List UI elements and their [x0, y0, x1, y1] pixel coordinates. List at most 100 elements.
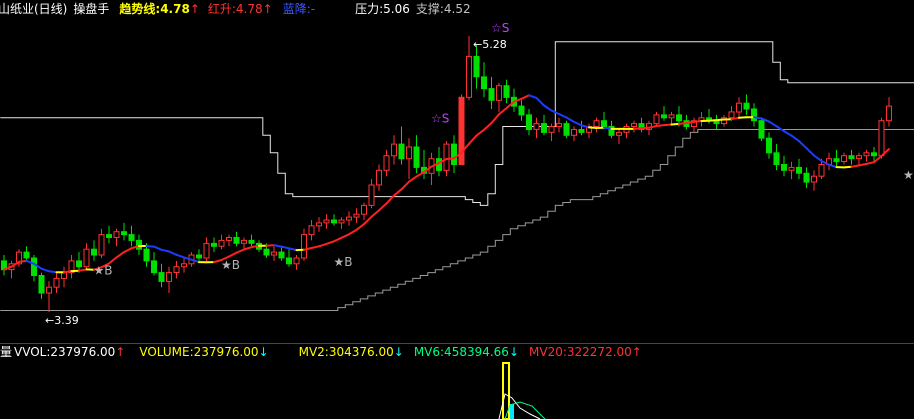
low-price-label: ←3.39: [45, 314, 79, 327]
volume-header: 成交量VVOL:237976.00↑VOLUME:237976.00↓MV2:3…: [0, 344, 648, 360]
candle-body: [98, 234, 105, 256]
candle-body: [743, 102, 750, 110]
candle-body: [533, 123, 540, 130]
trend-segment: [685, 120, 695, 124]
mv2-value: MV2:304376.00↓: [299, 345, 404, 359]
candle-body: [113, 231, 120, 238]
candle-body: [601, 120, 607, 127]
vvol-arrow: ↑: [115, 345, 126, 359]
candle-body: [196, 254, 202, 259]
indicator-name: 操盘手: [73, 2, 110, 16]
candle-body: [773, 152, 780, 166]
candle-body: [398, 143, 405, 160]
vvol-text: VVOL:237976.00: [14, 345, 116, 359]
trend-segment: [753, 116, 763, 120]
candle-body: [391, 143, 397, 157]
trend-segment: [850, 164, 860, 168]
trend-segment: [715, 118, 725, 122]
candle-body: [121, 231, 127, 236]
candle-body: [788, 166, 795, 171]
candle-body: [841, 155, 847, 162]
candle-body: [466, 55, 472, 98]
volume-value: VOLUME:237976.00↓: [139, 345, 268, 359]
candle: [758, 117, 765, 142]
candle-body: [308, 225, 315, 236]
candle-body: [338, 219, 345, 224]
mv2-arrow: ↓: [393, 345, 404, 359]
candle-body: [46, 286, 52, 294]
support-value: 支撑:4.52: [415, 2, 471, 16]
candle-body: [323, 219, 330, 224]
buy-signal-label: ★B: [94, 264, 113, 278]
candle-body: [353, 213, 360, 218]
stock-name: 青山纸业(日线): [0, 2, 68, 16]
trend-segment: [640, 126, 650, 130]
trend-segment: [678, 122, 688, 125]
candle-body: [286, 257, 292, 265]
trend-segment: [603, 126, 613, 130]
vvol-value: VVOL:237976.00↑: [14, 345, 125, 359]
trend-segment: [663, 123, 673, 127]
trend-text: 趋势线:4.78: [119, 2, 190, 16]
candle-body: [248, 239, 255, 244]
candle-body: [158, 272, 165, 282]
candle-body: [616, 131, 622, 136]
candle-body: [886, 105, 892, 122]
candle-body: [578, 129, 585, 133]
candle-body: [878, 120, 885, 157]
buy-signal-label: ★B: [334, 255, 353, 269]
trend-segment: [145, 245, 155, 248]
trend-segment: [445, 157, 455, 160]
trend-segment: [48, 270, 58, 274]
candle-body: [316, 222, 322, 227]
candle-body: [548, 126, 555, 133]
trend-segment: [78, 268, 88, 272]
candle-body: [443, 143, 450, 171]
mv20-arrow: ↑: [631, 345, 642, 359]
trend-segment: [633, 127, 643, 130]
buy-signal-star: ★: [903, 168, 914, 182]
trend-arrow: ↑: [189, 2, 200, 16]
candle-body: [383, 155, 390, 171]
trend-segment: [265, 244, 275, 247]
volume-text: VOLUME:237976.00: [139, 345, 259, 359]
main-header: 青山纸业(日线)操盘手趋势线:4.78↑红升:4.78↑蓝降:-压力:5.06支…: [0, 1, 477, 17]
candle-body: [278, 251, 285, 259]
mv6-arrow: ↓: [508, 345, 520, 359]
trend-segment: [670, 122, 680, 126]
candle-body: [571, 129, 577, 136]
blue-fall-value: 蓝降:-: [282, 2, 316, 16]
candle-body: [668, 114, 675, 119]
pressure-value: 压力:5.06: [355, 2, 410, 16]
candle-body: [83, 248, 90, 268]
candle-body: [91, 248, 97, 256]
candle-body: [871, 152, 877, 157]
mv6-text: MV6:458394.66: [413, 345, 509, 359]
trend-segment: [655, 124, 665, 127]
candle-body: [23, 251, 30, 259]
candle-body: [781, 164, 787, 171]
mv20-value: MV20:322272.00↑: [529, 345, 642, 359]
candle-body: [136, 239, 142, 250]
candle-body: [751, 108, 757, 122]
candle-body: [173, 266, 180, 274]
candle-body: [496, 85, 502, 101]
high-price-label: ←5.28: [473, 38, 507, 51]
buy-signal-label: ★B: [221, 258, 240, 272]
candle-body: [413, 146, 420, 168]
candle-body: [61, 272, 67, 279]
candle-body: [241, 239, 247, 244]
candle-body: [833, 158, 840, 163]
red-rise-arrow: ↑: [262, 2, 273, 16]
candle-body: [293, 257, 300, 265]
candle-body: [653, 114, 660, 125]
candle-body: [661, 114, 667, 119]
candle-body: [301, 234, 307, 259]
trend-segment: [18, 259, 28, 263]
candle-body: [368, 184, 375, 206]
candle-body: [856, 155, 862, 160]
candle-body: [331, 219, 337, 224]
candle-body: [211, 242, 217, 247]
sell-signal-label: ☆S: [431, 112, 449, 126]
candle-body: [526, 114, 532, 131]
